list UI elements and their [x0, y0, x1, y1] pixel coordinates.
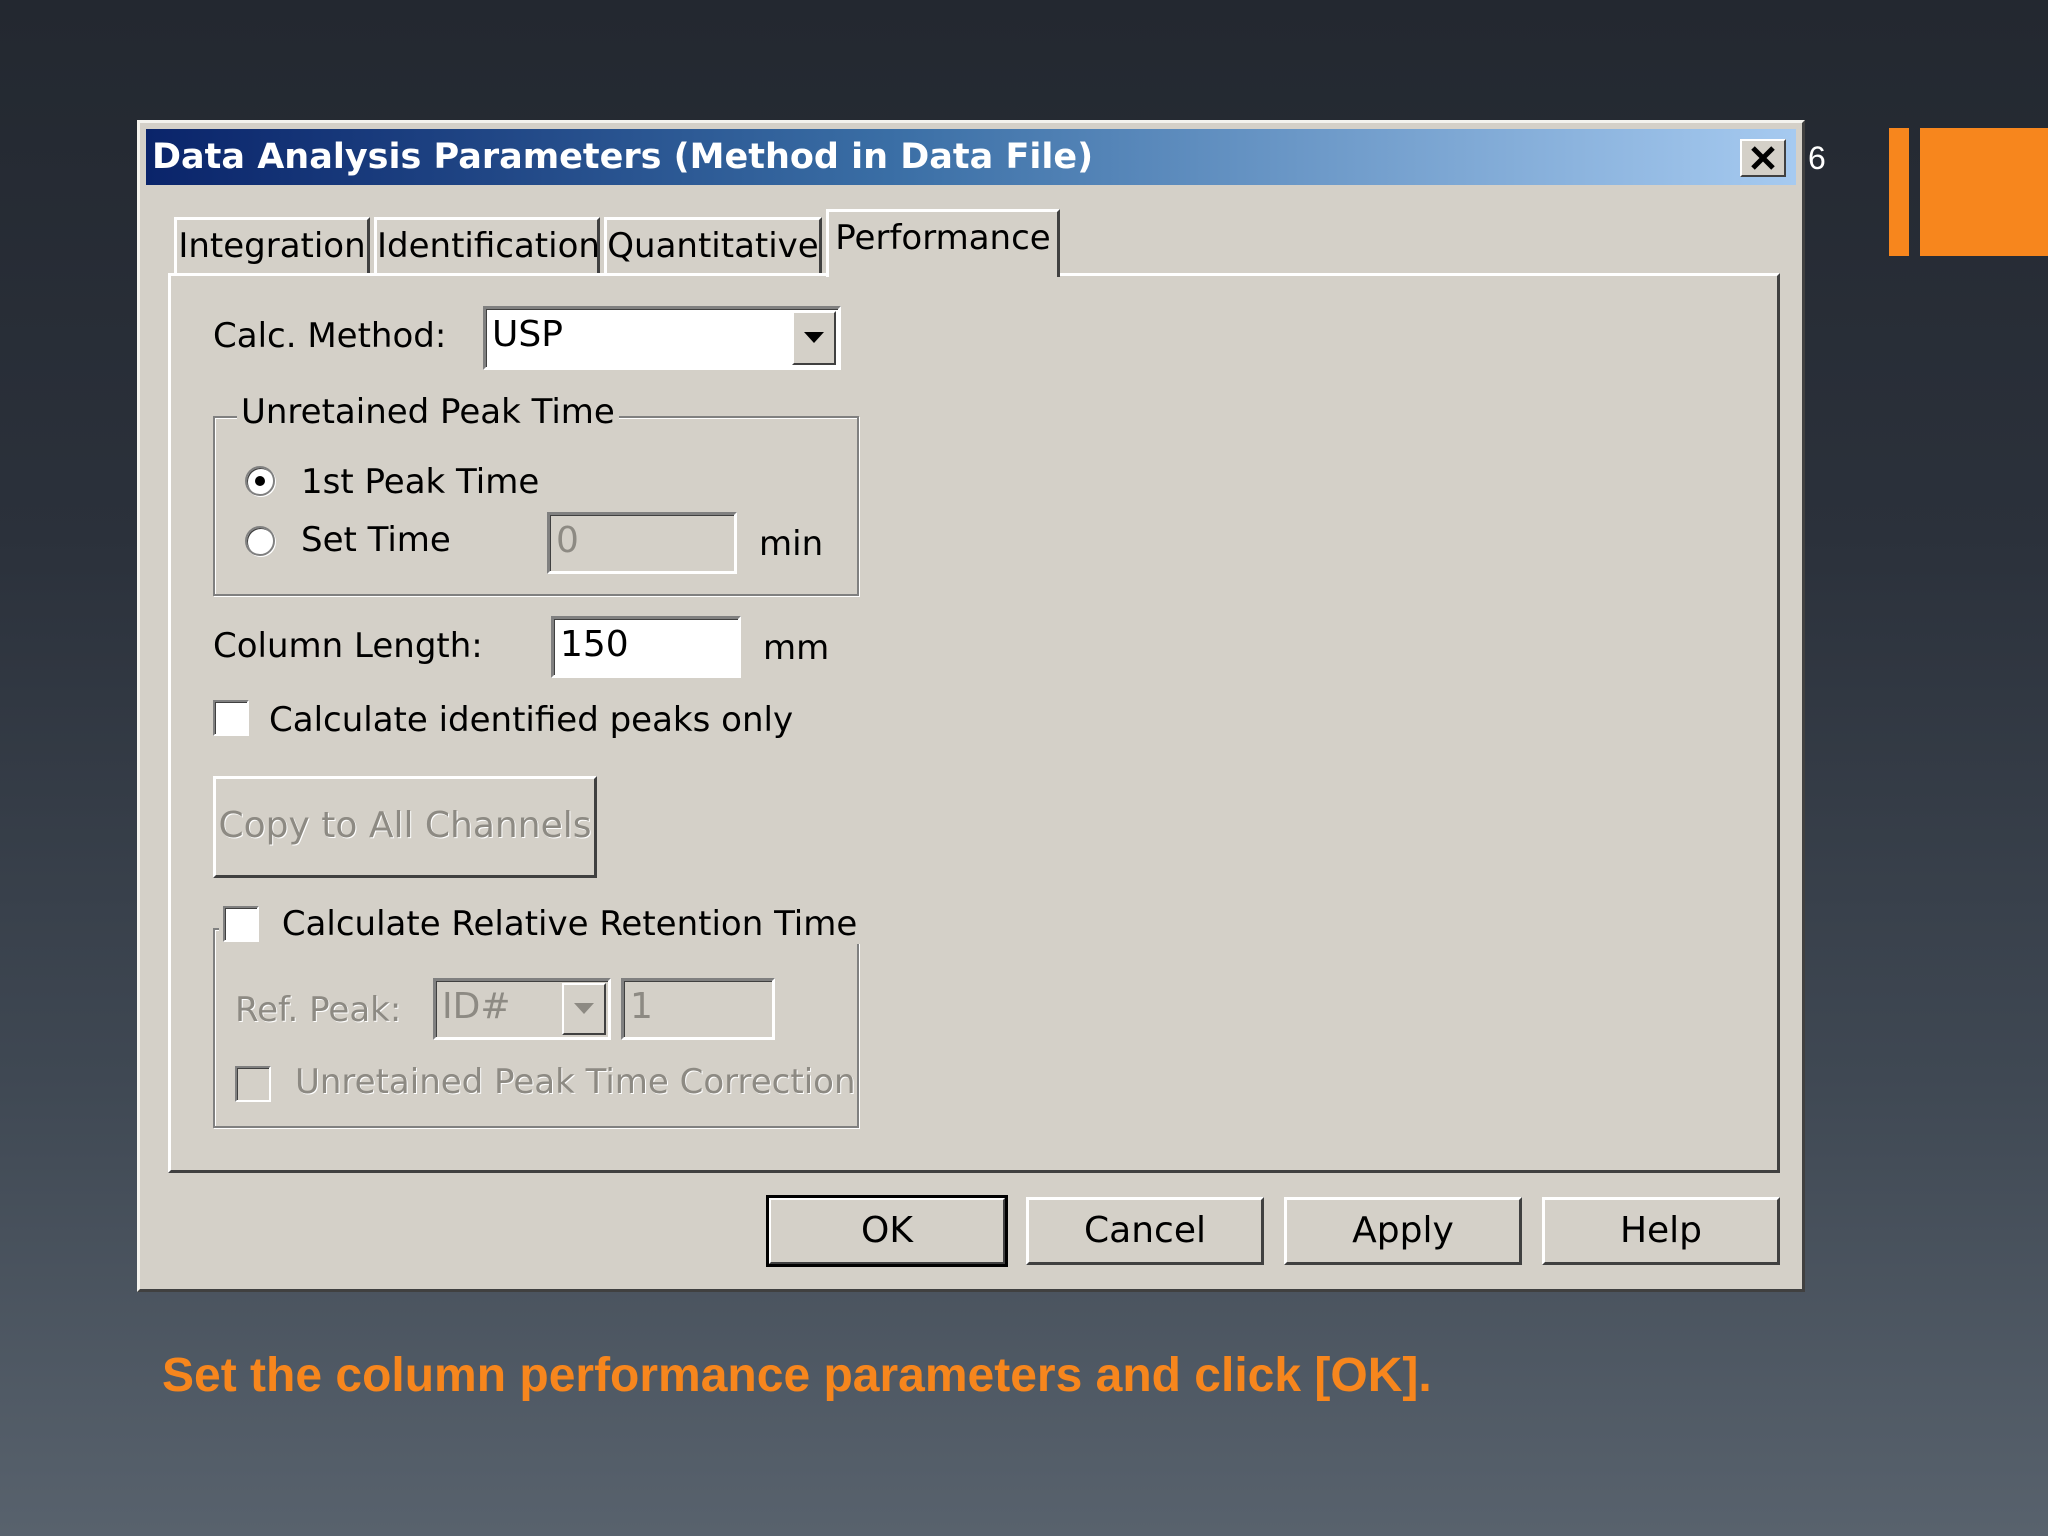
- apply-button[interactable]: Apply: [1284, 1197, 1522, 1265]
- relative-retention-label: Calculate Relative Retention Time: [281, 904, 858, 944]
- calc-identified-label: Calculate identified peaks only: [269, 700, 794, 740]
- cancel-button[interactable]: Cancel: [1026, 1197, 1264, 1265]
- column-length-value: 150: [560, 624, 629, 665]
- tab-label: Performance: [835, 218, 1051, 258]
- calc-method-label: Calc. Method:: [213, 316, 447, 356]
- ref-peak-number-input[interactable]: 1: [621, 978, 775, 1040]
- unretained-group-caption: Unretained Peak Time: [237, 392, 619, 432]
- dialog-titlebar: Data Analysis Parameters (Method in Data…: [146, 129, 1796, 185]
- radio-dot: [255, 476, 265, 486]
- accent-bar-block: [1920, 128, 2048, 256]
- accent-bar-thin: [1889, 128, 1909, 256]
- set-time-radio[interactable]: [245, 526, 275, 556]
- tab-label: Quantitative: [607, 226, 819, 266]
- tab-label: Integration: [178, 226, 366, 266]
- page-number: 6: [1808, 140, 1826, 176]
- data-analysis-dialog: Data Analysis Parameters (Method in Data…: [137, 120, 1805, 1292]
- dialog-title: Data Analysis Parameters (Method in Data…: [152, 137, 1094, 177]
- ref-peak-dropdown-button[interactable]: [562, 983, 606, 1035]
- tab-quantitative[interactable]: Quantitative: [604, 217, 822, 273]
- set-time-input[interactable]: 0: [547, 512, 737, 574]
- calc-method-select[interactable]: USP: [483, 306, 841, 370]
- tab-performance[interactable]: Performance: [826, 209, 1060, 277]
- ref-peak-number-value: 1: [630, 986, 653, 1027]
- calc-method-value: USP: [492, 314, 563, 355]
- set-time-label: Set Time: [301, 520, 451, 560]
- ref-peak-type-select[interactable]: ID#: [433, 978, 611, 1040]
- first-peak-time-label: 1st Peak Time: [301, 462, 540, 502]
- chevron-down-icon: [804, 332, 824, 343]
- ok-label: OK: [861, 1210, 913, 1251]
- slide-caption: Set the column performance parameters an…: [162, 1349, 1432, 1402]
- cancel-label: Cancel: [1084, 1210, 1206, 1251]
- ref-peak-label: Ref. Peak:: [235, 990, 402, 1030]
- ok-button[interactable]: OK: [766, 1195, 1008, 1267]
- unretained-peak-time-group: Unretained Peak Time 1st Peak Time Set T…: [213, 392, 859, 596]
- unretained-correction-label: Unretained Peak Time Correction: [295, 1062, 856, 1102]
- first-peak-time-radio[interactable]: [245, 466, 275, 496]
- copy-to-all-channels-button[interactable]: Copy to All Channels: [213, 776, 597, 878]
- column-length-label: Column Length:: [213, 626, 483, 666]
- chevron-down-icon: [574, 1003, 594, 1014]
- tab-label: Identification: [377, 226, 600, 266]
- copy-button-label: Copy to All Channels: [218, 805, 592, 846]
- apply-label: Apply: [1352, 1210, 1454, 1251]
- set-time-value: 0: [556, 520, 579, 561]
- help-label: Help: [1619, 1210, 1703, 1251]
- calc-identified-checkbox[interactable]: [213, 700, 249, 736]
- relative-group-caption: Calculate Relative Retention Time: [219, 904, 862, 944]
- close-button[interactable]: [1740, 139, 1786, 177]
- tab-integration[interactable]: Integration: [174, 217, 370, 273]
- set-time-unit: min: [759, 524, 824, 564]
- ref-peak-type-value: ID#: [442, 986, 511, 1027]
- column-length-unit: mm: [763, 628, 830, 668]
- relative-retention-group: Calculate Relative Retention Time Ref. P…: [213, 904, 862, 1128]
- help-button[interactable]: Help: [1542, 1197, 1780, 1265]
- column-length-input[interactable]: 150: [551, 616, 741, 678]
- calc-method-dropdown-button[interactable]: [792, 311, 836, 365]
- performance-panel: Calc. Method: USP Unretained Peak Time 1…: [168, 273, 1780, 1173]
- tab-identification[interactable]: Identification: [374, 217, 600, 273]
- relative-retention-checkbox[interactable]: [223, 905, 259, 942]
- close-icon: [1751, 146, 1775, 170]
- unretained-correction-checkbox[interactable]: [235, 1066, 271, 1102]
